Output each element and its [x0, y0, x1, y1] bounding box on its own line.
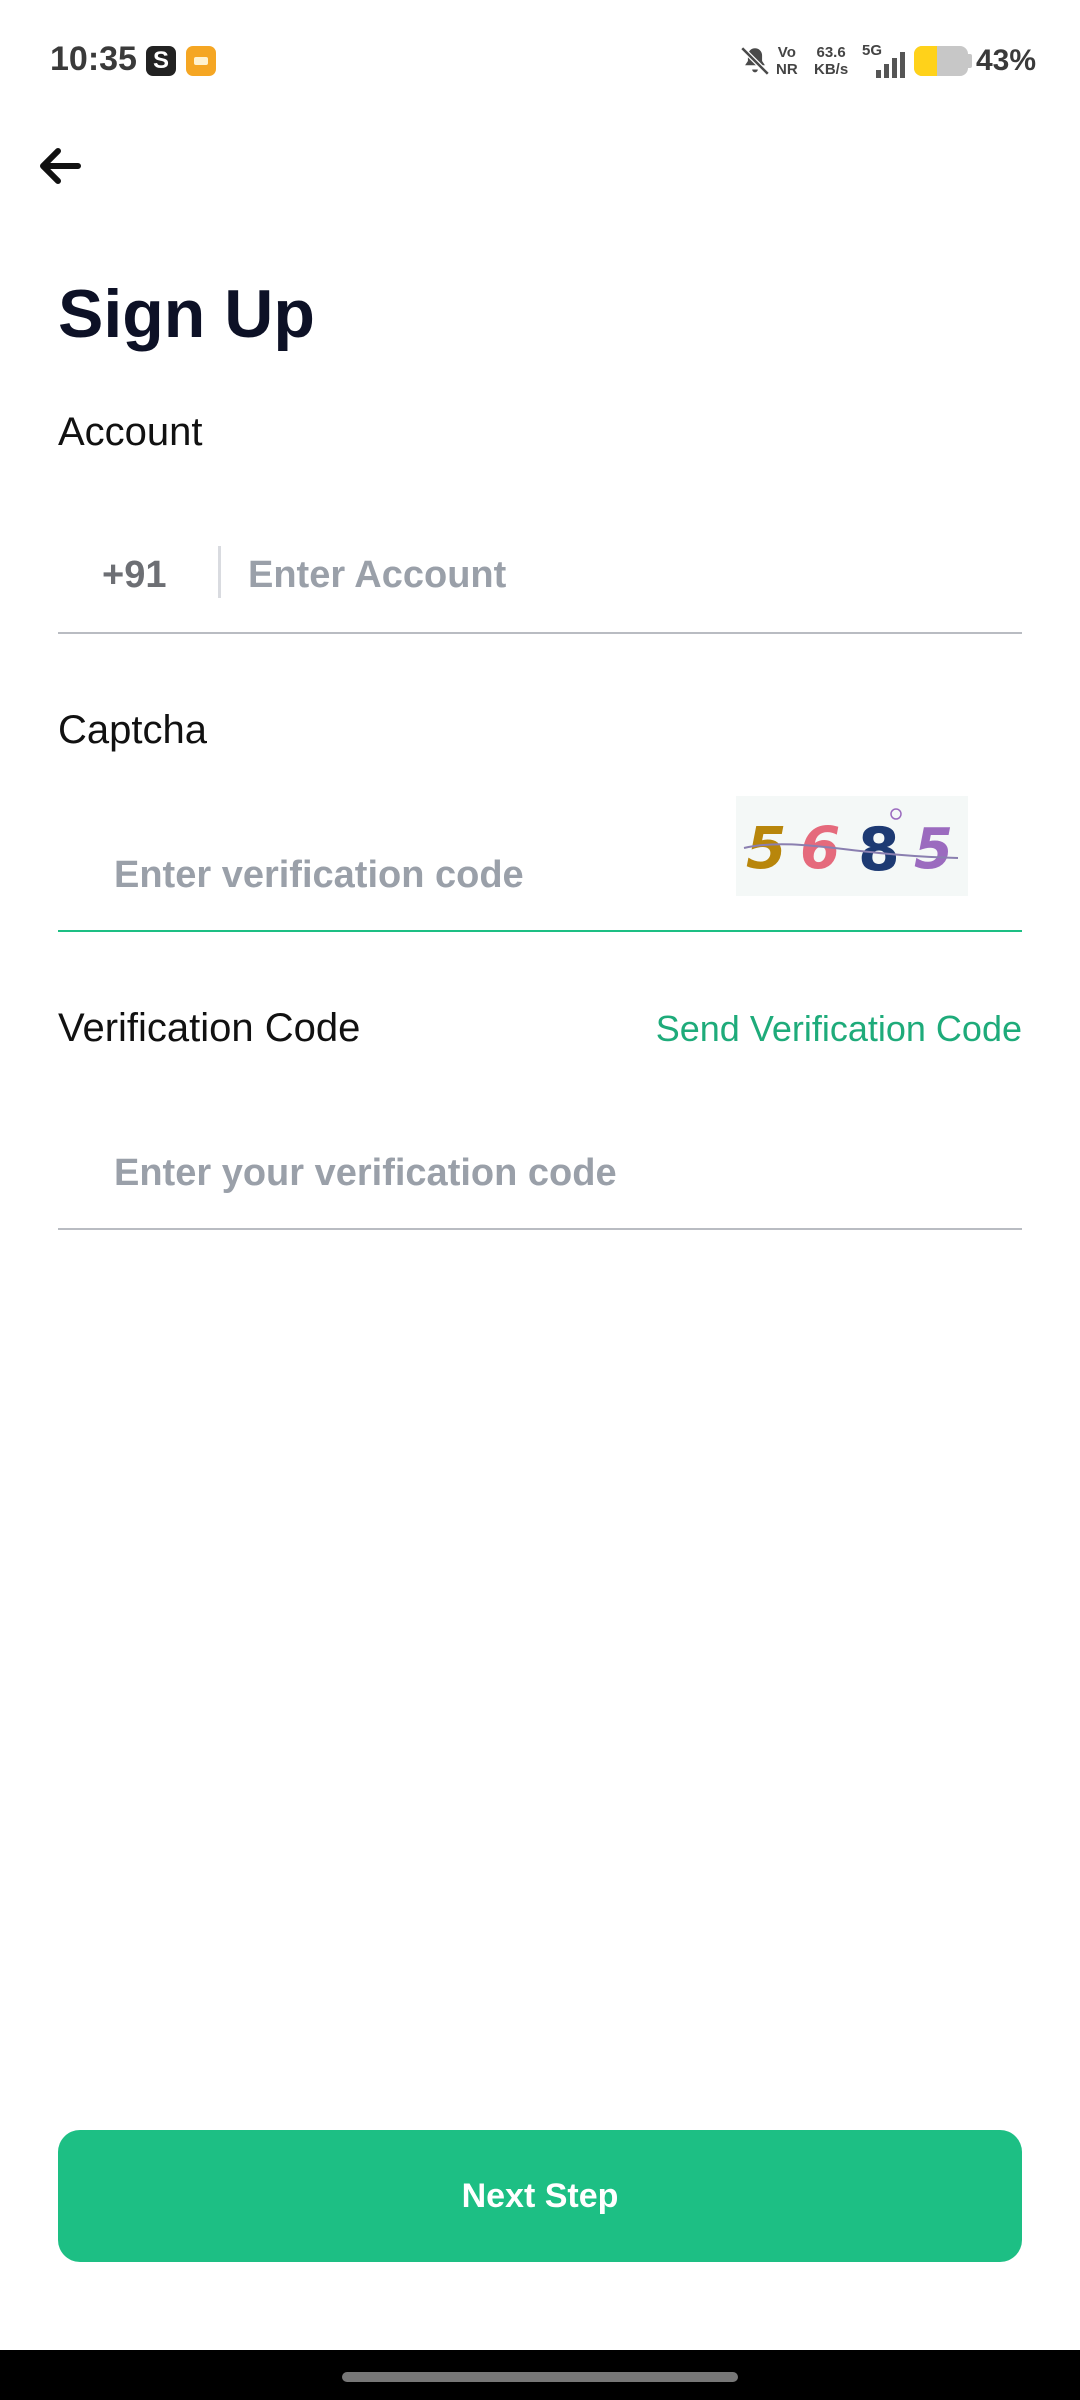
field-divider — [218, 546, 221, 598]
country-code-selector[interactable]: +91 — [102, 554, 166, 597]
captcha-input[interactable]: Enter verification code — [114, 854, 524, 897]
next-step-button[interactable]: Next Step — [58, 2130, 1022, 2262]
captcha-digit: 5 — [746, 814, 786, 882]
send-verification-code-link[interactable]: Send Verification Code — [656, 1008, 1022, 1050]
account-label: Account — [58, 410, 203, 454]
battery-level — [914, 46, 938, 76]
battery-icon — [914, 46, 968, 76]
status-bar: 10:35 S Vo NR 63.6 KB/s 5G 43% — [0, 0, 1080, 120]
account-underline — [58, 632, 1022, 634]
captcha-digit: 5 — [914, 817, 953, 882]
captcha-digit: 8 — [858, 815, 900, 885]
captcha-image[interactable]: 5 6 8 5 — [736, 796, 968, 896]
wallet-notification-icon — [186, 46, 216, 76]
page-title: Sign Up — [58, 276, 315, 352]
volte-indicator: Vo NR — [776, 44, 798, 78]
battery-percent: 43% — [976, 44, 1037, 77]
app-notification-icon: S — [146, 46, 176, 76]
status-time: 10:35 — [50, 40, 137, 78]
account-field[interactable]: +91 Enter Account — [58, 494, 1022, 634]
battery-tip — [968, 54, 972, 68]
captcha-label: Captcha — [58, 708, 207, 752]
verification-label: Verification Code — [58, 1006, 361, 1050]
signal-strength-icon — [876, 52, 905, 78]
captcha-field[interactable]: Enter verification code 5 6 8 5 — [58, 792, 1022, 932]
home-gesture-handle[interactable] — [342, 2372, 738, 2382]
verification-underline — [58, 1228, 1022, 1230]
back-arrow-icon[interactable] — [30, 136, 90, 196]
verification-field[interactable]: Enter your verification code — [58, 1090, 1022, 1230]
bell-muted-icon — [740, 46, 770, 76]
captcha-underline — [58, 930, 1022, 932]
account-input[interactable]: Enter Account — [248, 554, 506, 597]
network-speed: 63.6 KB/s — [814, 44, 849, 78]
verification-input[interactable]: Enter your verification code — [114, 1152, 617, 1195]
